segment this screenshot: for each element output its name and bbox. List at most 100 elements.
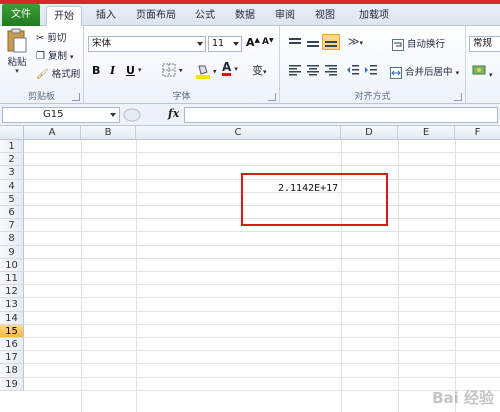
- align-bottom-button[interactable]: [322, 34, 340, 50]
- insert-function-button[interactable]: fx: [168, 107, 179, 120]
- align-middle-icon: [307, 41, 319, 47]
- underline-dropdown-icon[interactable]: ▾: [138, 66, 142, 74]
- alignment-launcher-icon[interactable]: [454, 93, 462, 101]
- orientation-dropdown-icon[interactable]: ▾: [360, 39, 364, 47]
- row-header-18[interactable]: 18: [0, 364, 24, 378]
- increase-indent-button[interactable]: [364, 64, 378, 79]
- grid-row-divider: [24, 244, 500, 246]
- merge-center-label: 合并后居中: [405, 67, 453, 78]
- shrink-font-label: A: [262, 37, 269, 47]
- tab-view[interactable]: 视图: [308, 6, 342, 26]
- phonetic-button[interactable]: 变▾: [252, 62, 267, 78]
- currency-icon: [472, 65, 486, 75]
- grid-row-divider: [24, 165, 500, 167]
- grow-font-button[interactable]: A▲: [246, 36, 260, 49]
- row-header-8[interactable]: 8: [0, 232, 24, 246]
- copy-button[interactable]: ❐ 复制 ▾: [36, 48, 74, 62]
- column-header-a[interactable]: A: [24, 126, 81, 140]
- row-header-6[interactable]: 6: [0, 206, 24, 220]
- font-color-button[interactable]: A ▾: [222, 61, 238, 76]
- brush-icon: 🖌: [36, 69, 49, 80]
- tab-addins[interactable]: 加载项: [350, 6, 398, 26]
- align-middle-button[interactable]: [306, 37, 320, 52]
- row-header-14[interactable]: 14: [0, 311, 24, 325]
- row-header-1[interactable]: 1: [0, 140, 24, 154]
- tab-review[interactable]: 审阅: [268, 6, 302, 26]
- merge-dropdown-icon[interactable]: ▾: [456, 69, 460, 77]
- name-box-dropdown-icon[interactable]: [110, 113, 116, 117]
- row-header-9[interactable]: 9: [0, 245, 24, 259]
- grid-column-divider: [136, 140, 137, 412]
- accounting-dropdown-icon[interactable]: ▾: [489, 71, 493, 79]
- formula-input[interactable]: [184, 107, 498, 123]
- name-box-value: G15: [43, 109, 64, 120]
- italic-button[interactable]: I: [110, 64, 115, 77]
- font-size-dropdown-icon[interactable]: [233, 42, 239, 46]
- row-header-5[interactable]: 5: [0, 192, 24, 206]
- copy-label: 复制: [48, 51, 68, 62]
- grid-row-divider: [24, 152, 500, 154]
- tab-file[interactable]: 文件: [2, 4, 40, 26]
- grid-row-divider: [24, 350, 500, 352]
- tab-page-layout[interactable]: 页面布局: [130, 6, 182, 26]
- format-painter-button[interactable]: 🖌 格式刷: [36, 66, 80, 80]
- formula-bar: G15 fx: [0, 104, 500, 126]
- row-header-3[interactable]: 3: [0, 166, 24, 180]
- alignment-group: ≫▾ 自动换行 合并后居中 ▾ 对齐方式: [280, 26, 466, 104]
- borders-button[interactable]: ▾: [162, 63, 183, 77]
- column-header-c[interactable]: C: [136, 126, 341, 140]
- wrap-text-button[interactable]: 自动换行: [392, 36, 445, 51]
- shrink-font-button[interactable]: A▼: [262, 37, 274, 47]
- row-header-4[interactable]: 4: [0, 179, 24, 193]
- row-header-2[interactable]: 2: [0, 153, 24, 167]
- underline-button[interactable]: U: [126, 64, 135, 77]
- column-header-d[interactable]: D: [341, 126, 398, 140]
- clipboard-launcher-icon[interactable]: [72, 93, 80, 101]
- column-header-b[interactable]: B: [81, 126, 136, 140]
- font-name-combo[interactable]: 宋体: [88, 36, 206, 52]
- paste-icon: [7, 28, 27, 53]
- align-left-button[interactable]: [288, 64, 302, 79]
- row-header-7[interactable]: 7: [0, 219, 24, 233]
- align-center-button[interactable]: [306, 64, 320, 79]
- paste-dropdown-icon[interactable]: ▾: [4, 68, 30, 75]
- borders-dropdown-icon[interactable]: ▾: [179, 67, 183, 75]
- row-header-12[interactable]: 12: [0, 285, 24, 299]
- bold-button[interactable]: B: [92, 64, 100, 77]
- row-header-13[interactable]: 13: [0, 298, 24, 312]
- tab-formulas[interactable]: 公式: [188, 6, 222, 26]
- decrease-indent-button[interactable]: [346, 64, 360, 79]
- row-header-10[interactable]: 10: [0, 258, 24, 272]
- tab-data[interactable]: 数据: [228, 6, 262, 26]
- tab-insert[interactable]: 插入: [88, 6, 124, 26]
- row-header-11[interactable]: 11: [0, 272, 24, 286]
- cut-label: 剪切: [47, 33, 67, 44]
- paste-button[interactable]: 粘贴 ▾: [4, 28, 30, 75]
- copy-dropdown-icon[interactable]: ▾: [70, 53, 74, 61]
- phonetic-dropdown-icon[interactable]: ▾: [263, 68, 267, 76]
- font-color-dropdown-icon[interactable]: ▾: [234, 65, 238, 73]
- align-right-button[interactable]: [324, 64, 338, 79]
- row-header-19[interactable]: 19: [0, 377, 24, 391]
- fill-color-button[interactable]: ▾: [196, 63, 217, 79]
- font-name-dropdown-icon[interactable]: [197, 42, 203, 46]
- row-header-17[interactable]: 17: [0, 351, 24, 365]
- align-center-icon: [307, 65, 319, 76]
- number-format-combo[interactable]: 常规: [469, 36, 500, 52]
- row-header-15[interactable]: 15: [0, 324, 24, 338]
- name-box[interactable]: G15: [2, 107, 120, 123]
- font-size-combo[interactable]: 11: [208, 36, 242, 52]
- tab-home[interactable]: 开始: [46, 6, 82, 27]
- fill-color-dropdown-icon[interactable]: ▾: [213, 68, 217, 76]
- column-header-f[interactable]: F: [455, 126, 500, 140]
- accounting-format-button[interactable]: ▾: [472, 63, 493, 80]
- orientation-button[interactable]: ≫▾: [348, 35, 363, 48]
- font-launcher-icon[interactable]: [268, 93, 276, 101]
- align-top-button[interactable]: [288, 37, 302, 52]
- select-all-corner[interactable]: [0, 126, 24, 140]
- row-header-16[interactable]: 16: [0, 338, 24, 352]
- merge-center-button[interactable]: 合并后居中 ▾: [390, 64, 459, 79]
- cut-button[interactable]: ✂ 剪切: [36, 30, 66, 44]
- grid-column-divider: [455, 140, 456, 412]
- column-header-e[interactable]: E: [398, 126, 455, 140]
